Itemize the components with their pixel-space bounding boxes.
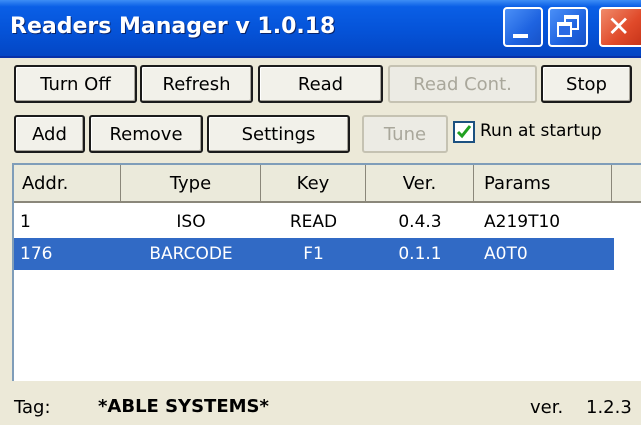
refresh-button[interactable]: Refresh <box>140 65 253 103</box>
close-button[interactable]: ✕ <box>599 7 641 47</box>
table-cell-params[interactable]: A0T0 <box>484 238 528 270</box>
table-cell-key[interactable]: READ <box>261 206 366 238</box>
turn-off-button[interactable]: Turn Off <box>14 65 137 103</box>
stop-button[interactable]: Stop <box>541 65 632 103</box>
column-header-params[interactable]: Params <box>474 165 612 203</box>
column-header-filler <box>612 165 641 203</box>
table-cell-params[interactable]: A219T10 <box>484 206 560 238</box>
checkmark-icon <box>456 125 472 139</box>
restore-icon <box>557 22 572 37</box>
table-cell-addr[interactable]: 176 <box>20 238 52 270</box>
column-header-ver[interactable]: Ver. <box>366 165 474 203</box>
run-at-startup-checkbox[interactable] <box>453 121 475 143</box>
close-icon: ✕ <box>607 10 631 43</box>
tag-value: *ABLE SYSTEMS* <box>98 396 269 417</box>
table-cell-key[interactable]: F1 <box>261 238 366 270</box>
readers-table[interactable]: Addr. Type Key Ver. Params 1 ISO READ 0.… <box>12 163 641 381</box>
table-cell-type[interactable]: BARCODE <box>121 238 261 270</box>
tune-button[interactable]: Tune <box>362 115 448 153</box>
table-cell-type[interactable]: ISO <box>121 206 261 238</box>
table-cell-ver[interactable]: 0.1.1 <box>366 238 474 270</box>
settings-button[interactable]: Settings <box>207 115 350 153</box>
column-header-addr[interactable]: Addr. <box>14 165 121 203</box>
version-value: 1.2.3 <box>586 397 632 418</box>
add-button[interactable]: Add <box>14 115 85 153</box>
read-button[interactable]: Read <box>258 65 383 103</box>
column-header-type[interactable]: Type <box>121 165 261 203</box>
read-cont-button[interactable]: Read Cont. <box>388 65 537 103</box>
maximize-button[interactable] <box>548 7 588 47</box>
run-at-startup-label[interactable]: Run at startup <box>480 121 602 141</box>
title-bar[interactable]: Readers Manager v 1.0.18 ✕ <box>0 0 641 58</box>
window-title: Readers Manager v 1.0.18 <box>10 14 336 39</box>
remove-button[interactable]: Remove <box>89 115 203 153</box>
tag-label: Tag: <box>14 397 51 418</box>
minimize-button[interactable] <box>503 7 543 47</box>
table-cell-ver[interactable]: 0.4.3 <box>366 206 474 238</box>
minimize-icon <box>513 34 528 38</box>
version-label: ver. <box>530 397 564 418</box>
column-header-key[interactable]: Key <box>261 165 366 203</box>
table-cell-addr[interactable]: 1 <box>20 206 31 238</box>
